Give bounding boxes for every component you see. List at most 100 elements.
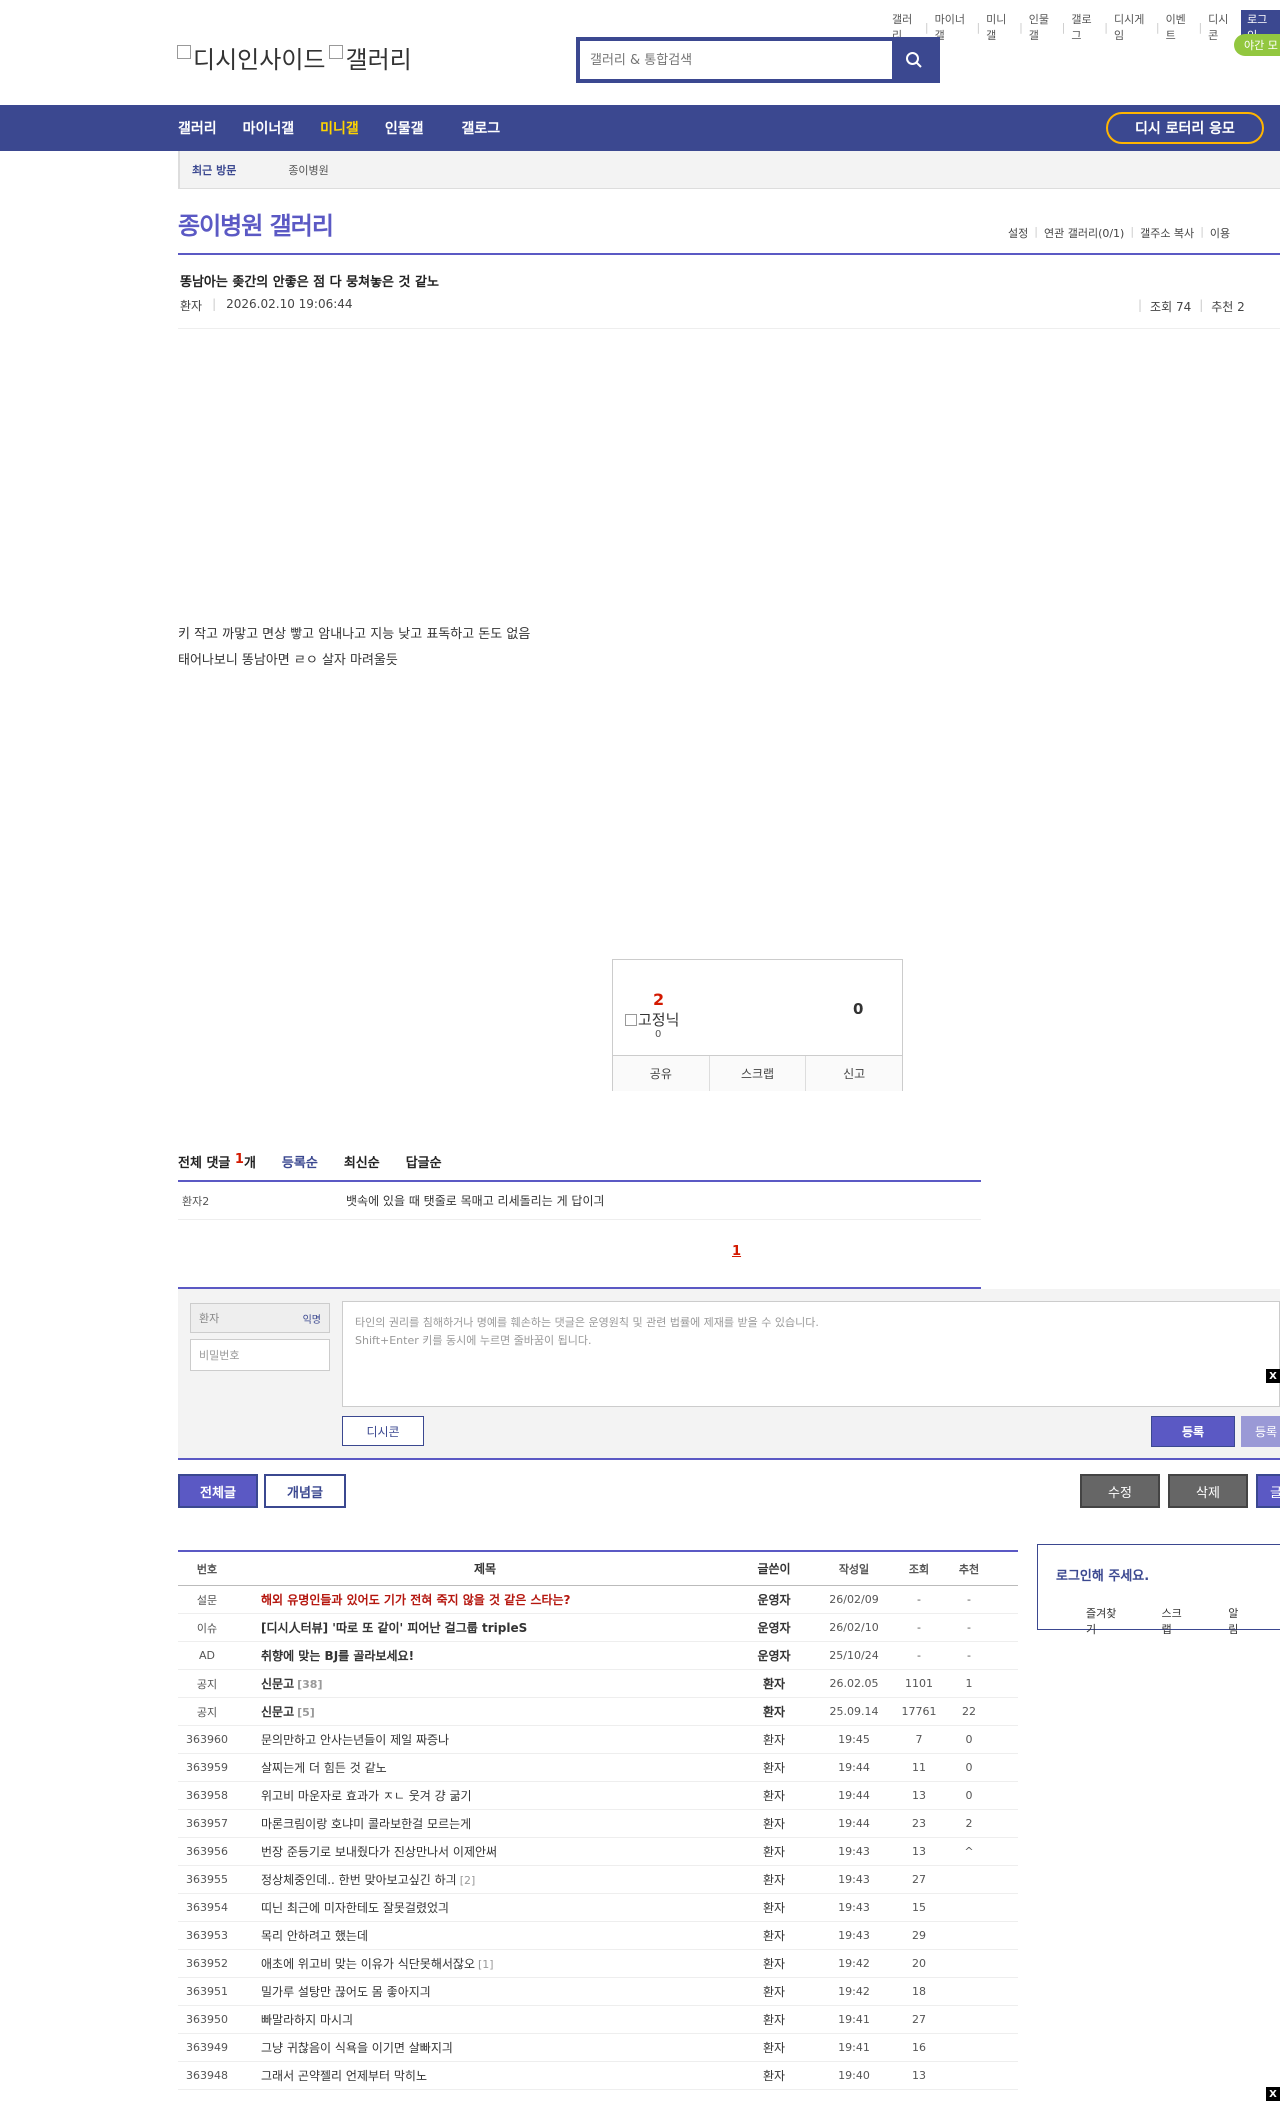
recommend-down-count[interactable]: 0 [853, 1000, 863, 1018]
post-writer[interactable]: 환자 [734, 1955, 814, 1972]
scrap-link[interactable]: 스크랩 [1162, 1605, 1189, 1637]
nav-item[interactable]: 미니갤 [320, 118, 359, 138]
report-button[interactable]: 신고 [805, 1056, 902, 1091]
sort-replies[interactable]: 답글순 [406, 1152, 442, 1171]
search-input[interactable] [580, 41, 892, 79]
nav-item[interactable]: 마이너갤 [243, 118, 295, 138]
post-title-link[interactable]: 신문고 [38] [236, 1675, 734, 1692]
post-title-text[interactable]: 빠말라하지 마시긔 [261, 2013, 353, 2027]
close-icon[interactable]: X [1266, 2087, 1280, 2101]
comment-page-link[interactable]: 1 [732, 1244, 741, 1259]
password-field[interactable]: 비밀번호 [190, 1339, 330, 1371]
post-title-link[interactable]: 밀가루 설탕만 끊어도 몸 좋아지긔 [236, 1983, 734, 2000]
post-title-link[interactable]: 취향에 맞는 BJ를 골라보세요! [236, 1647, 734, 1664]
post-writer[interactable]: 운영자 [734, 1591, 814, 1608]
dccon-button[interactable]: 디시콘 [342, 1416, 424, 1446]
site-logo[interactable]: 디시인사이드 갤러리 [177, 40, 412, 75]
alarm-link[interactable]: 알림 [1228, 1605, 1246, 1637]
post-title-link[interactable]: [디시人터뷰] '따로 또 같이' 피어난 걸그룹 tripleS [236, 1619, 734, 1636]
post-writer[interactable]: 환자 [734, 2067, 814, 2084]
login-prompt[interactable]: 로그인해 주세요. [1056, 1565, 1149, 1584]
post-title-text[interactable]: 밀가루 설탕만 끊어도 몸 좋아지긔 [261, 1985, 431, 1999]
lottery-button[interactable]: 디시 로터리 응모 [1106, 112, 1264, 144]
recent-visits-label[interactable]: 최근 방문 [178, 150, 248, 189]
post-title-link[interactable]: 띠닌 최근에 미자한테도 잘못걸렸었긔 [236, 1899, 734, 1916]
gallery-tool-link[interactable]: 이용 [1210, 225, 1230, 241]
reply-count[interactable]: [2] [460, 1874, 476, 1887]
post-writer[interactable]: 환자 [734, 1927, 814, 1944]
recent-visit-item[interactable]: 종이병원 [288, 162, 328, 178]
post-writer[interactable]: 환자 [734, 1787, 814, 1804]
post-title-link[interactable]: 살찌는게 더 힘든 것 같노 [236, 1759, 734, 1776]
post-title-text[interactable]: 취향에 맞는 BJ를 골라보세요! [261, 1649, 414, 1663]
nickname-field[interactable]: 환자 익명 [190, 1303, 330, 1333]
reply-count[interactable]: [5] [297, 1706, 315, 1719]
post-writer[interactable]: 환자 [734, 1871, 814, 1888]
gallery-title[interactable]: 종이병원 갤러리 [178, 206, 334, 241]
recommend-up-count[interactable]: 2 [653, 990, 664, 1009]
post-writer[interactable]: 환자 [734, 2039, 814, 2056]
comment-nick[interactable]: 환자2 [178, 1193, 346, 1209]
post-title-link[interactable]: 목리 안하려고 했는데 [236, 1927, 734, 1944]
post-writer[interactable]: 환자 [734, 1759, 814, 1776]
post-title-link[interactable]: 해외 유명인들과 있어도 기가 전혀 죽지 않을 것 같은 스타는? [236, 1591, 734, 1608]
util-link[interactable]: 디시콘 [1208, 11, 1235, 43]
util-link[interactable]: 갤로그 [1071, 11, 1098, 43]
nav-item[interactable]: 갤러리 [178, 118, 217, 138]
post-title-text[interactable]: 띠닌 최근에 미자한테도 잘못걸렸었긔 [261, 1901, 449, 1915]
post-writer[interactable]: 환자 [734, 1675, 814, 1692]
delete-button[interactable]: 삭제 [1168, 1474, 1248, 1508]
scrap-button[interactable]: 스크랩 [708, 1056, 806, 1091]
gallery-tool-link[interactable]: 갤주소 복사 [1140, 225, 1194, 241]
nav-item[interactable]: 인물갤 [385, 118, 424, 138]
post-title-text[interactable]: 애초에 위고비 맞는 이유가 식단못해서잖오 [261, 1957, 475, 1971]
util-link[interactable]: 미니갤 [986, 11, 1013, 43]
post-title-text[interactable]: 해외 유명인들과 있어도 기가 전혀 죽지 않을 것 같은 스타는? [261, 1593, 571, 1607]
post-title-link[interactable]: 그냥 귀찮음이 식욕을 이기면 살빠지긔 [236, 2039, 734, 2056]
post-title-text[interactable]: 살찌는게 더 힘든 것 같노 [261, 1761, 387, 1775]
gallery-tool-link[interactable]: 설정 [1008, 225, 1028, 241]
share-button[interactable]: 공유 [613, 1056, 709, 1091]
post-title-link[interactable]: 정상체중인데.. 한번 맞아보고싶긴 하긔 [2] [236, 1871, 734, 1888]
post-writer[interactable]: 환자 [734, 1843, 814, 1860]
reply-count[interactable]: [38] [297, 1678, 322, 1691]
post-title-link[interactable]: 신문고 [5] [236, 1703, 734, 1720]
all-posts-button[interactable]: 전체글 [178, 1474, 258, 1508]
post-title-text[interactable]: 신문고 [261, 1705, 294, 1719]
post-title-text[interactable]: 위고비 마운자로 효과가 ㅈㄴ 웃겨 걍 굶기 [261, 1789, 472, 1803]
concept-posts-button[interactable]: 개념글 [264, 1474, 346, 1508]
search-button[interactable] [892, 41, 936, 79]
comment-submit-button[interactable]: 등록 [1151, 1416, 1235, 1447]
write-button[interactable]: 글 [1256, 1474, 1280, 1508]
post-title-text[interactable]: 목리 안하려고 했는데 [261, 1929, 368, 1943]
post-title-link[interactable]: 마론크림이랑 호냐미 콜라보한걸 모르는게 [236, 1815, 734, 1832]
night-mode-toggle[interactable]: 야간 모 [1234, 34, 1280, 56]
comment-submit-alt-button[interactable]: 등록 [1241, 1416, 1280, 1447]
post-title-text[interactable]: 그래서 곤약젤리 언제부터 막히노 [261, 2069, 427, 2083]
post-writer[interactable]: 환자 [734, 1815, 814, 1832]
close-icon[interactable]: X [1266, 1369, 1280, 1383]
gallery-tool-link[interactable]: 연관 갤러리(0/1) [1044, 225, 1124, 241]
post-title-text[interactable]: 번장 준등기로 보내줬다가 진상만나서 이제안써 [261, 1845, 497, 1859]
post-writer[interactable]: 운영자 [734, 1619, 814, 1636]
post-writer[interactable]: 환자 [734, 1731, 814, 1748]
util-link[interactable]: 이벤트 [1166, 11, 1193, 43]
post-title-text[interactable]: 정상체중인데.. 한번 맞아보고싶긴 하긔 [261, 1873, 457, 1887]
post-writer[interactable]: 환자 [734, 1703, 814, 1720]
comment-textarea[interactable]: 타인의 권리를 침해하거나 명예를 훼손하는 댓글은 운영원칙 및 관련 법률에… [342, 1301, 1280, 1407]
post-title-link[interactable]: 문의만하고 안사는년들이 제일 짜증나 [236, 1731, 734, 1748]
post-title-link[interactable]: 그래서 곤약젤리 언제부터 막히노 [236, 2067, 734, 2084]
post-title-text[interactable]: [디시人터뷰] '따로 또 같이' 피어난 걸그룹 tripleS [261, 1621, 527, 1635]
post-title-text[interactable]: 문의만하고 안사는년들이 제일 짜증나 [261, 1733, 449, 1747]
nav-item[interactable]: 갤로그 [461, 118, 500, 138]
reply-count[interactable]: [1] [478, 1958, 494, 1971]
post-title-text[interactable]: 그냥 귀찮음이 식욕을 이기면 살빠지긔 [261, 2041, 453, 2055]
favorites-link[interactable]: 즐겨찾기 [1086, 1605, 1122, 1637]
post-writer[interactable]: 환자 [180, 297, 202, 314]
util-link[interactable]: 디시게임 [1114, 11, 1150, 43]
sort-latest[interactable]: 최신순 [344, 1152, 380, 1171]
util-link[interactable]: 인물갤 [1029, 11, 1056, 43]
post-writer[interactable]: 운영자 [734, 1647, 814, 1664]
post-title-text[interactable]: 신문고 [261, 1677, 294, 1691]
post-writer[interactable]: 환자 [734, 1983, 814, 2000]
